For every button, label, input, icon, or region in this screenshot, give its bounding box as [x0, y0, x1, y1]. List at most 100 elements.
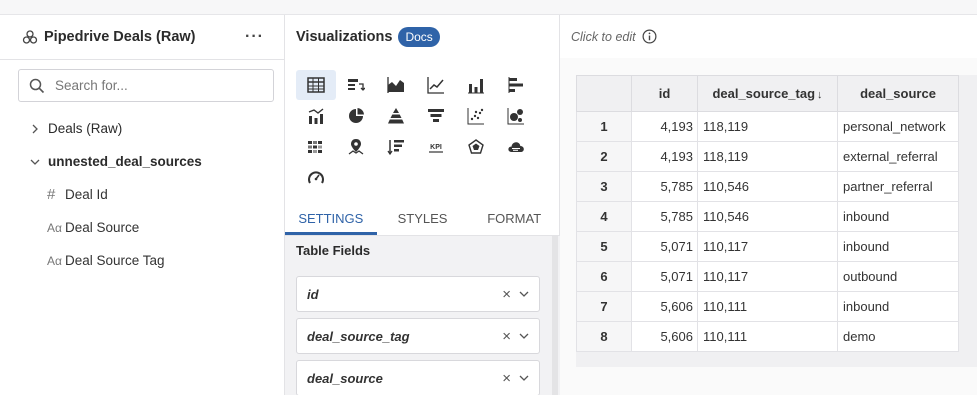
bar-chart-icon[interactable]: [456, 70, 496, 100]
table-icon[interactable]: [296, 70, 336, 100]
chevron-down-icon[interactable]: [519, 373, 529, 383]
cell-deal-source: personal_network: [837, 111, 959, 142]
field-label: Deal Source Tag: [65, 253, 165, 268]
remove-field-icon[interactable]: ×: [502, 328, 511, 345]
horizontal-bar-icon[interactable]: [496, 70, 536, 100]
tab-settings[interactable]: SETTINGS: [285, 203, 377, 235]
row-number: 7: [576, 291, 632, 322]
visualizations-panel: Visualizations Docs KPI SETTINGS STYLES …: [285, 15, 560, 395]
tree-node-deals-raw[interactable]: Deals (Raw): [0, 112, 284, 145]
row-number: 3: [576, 171, 632, 202]
text-type-icon: Aα: [47, 253, 62, 268]
kpi-icon[interactable]: KPI: [416, 132, 456, 162]
field-deal-id[interactable]: # Deal Id: [0, 178, 284, 211]
cell-deal-source: inbound: [837, 291, 959, 322]
field-pill-deal-source-tag[interactable]: deal_source_tag ×: [296, 318, 540, 354]
cell-id: 5,785: [631, 201, 698, 232]
result-panel: Click to edit id deal_source_tag ↓ deal_s…: [560, 15, 977, 395]
cell-deal-source: inbound: [837, 201, 959, 232]
table-fields-heading: Table Fields: [296, 243, 371, 258]
combo-chart-icon[interactable]: [296, 101, 336, 131]
field-pill-deal-source[interactable]: deal_source ×: [296, 360, 540, 395]
row-number: 1: [576, 111, 632, 142]
field-label: Deal Id: [65, 187, 108, 202]
bubble-icon[interactable]: [496, 101, 536, 131]
table-row: 5 5,071 110,117 inbound: [576, 231, 959, 262]
cell-deal-source-tag: 110,117: [697, 231, 838, 262]
pie-chart-icon[interactable]: [336, 101, 376, 131]
heatmap-icon[interactable]: [296, 132, 336, 162]
search-input[interactable]: [55, 78, 255, 93]
settings-scrollbar[interactable]: [552, 236, 558, 395]
remove-field-icon[interactable]: ×: [502, 286, 511, 303]
cell-deal-source: demo: [837, 321, 959, 352]
cell-deal-source-tag: 118,119: [697, 141, 838, 172]
cell-deal-source-tag: 110,111: [697, 291, 838, 322]
chevron-down-icon: [30, 157, 40, 167]
click-to-edit-title[interactable]: Click to edit: [560, 15, 977, 58]
result-table-container: id deal_source_tag ↓ deal_source 1 4,193 11…: [576, 75, 977, 367]
table-row: 3 5,785 110,546 partner_referral: [576, 171, 959, 202]
scatter-icon[interactable]: [456, 101, 496, 131]
cell-deal-source-tag: 110,546: [697, 171, 838, 202]
cell-deal-source-tag: 110,117: [697, 261, 838, 292]
column-header-deal-source[interactable]: deal_source: [837, 75, 959, 112]
kpi-icon-label: KPI: [430, 144, 442, 151]
sorted-bar-icon[interactable]: [376, 132, 416, 162]
cell-deal-source: inbound: [837, 231, 959, 262]
table-row: 4 5,785 110,546 inbound: [576, 201, 959, 232]
cell-deal-source-tag: 118,119: [697, 111, 838, 142]
tab-styles[interactable]: STYLES: [377, 203, 469, 235]
chevron-down-icon[interactable]: [519, 289, 529, 299]
pivot-table-icon[interactable]: [336, 70, 376, 100]
field-deal-source-tag[interactable]: Aα Deal Source Tag: [0, 244, 284, 277]
table-row: 2 4,193 118,119 external_referral: [576, 141, 959, 172]
table-row: 7 5,606 110,111 inbound: [576, 291, 959, 322]
tree-node-label: unnested_deal_sources: [48, 154, 202, 169]
dataset-panel: Pipedrive Deals (Raw) ··· Deals (Raw) un…: [0, 15, 285, 395]
row-number: 4: [576, 201, 632, 232]
table-header-row: id deal_source_tag ↓ deal_source: [576, 75, 959, 112]
field-label: Deal Source: [65, 220, 140, 235]
cell-id: 5,071: [631, 261, 698, 292]
visualizations-header: Visualizations Docs: [285, 15, 559, 58]
cell-id: 5,785: [631, 171, 698, 202]
visualizations-title: Visualizations: [296, 28, 393, 45]
tab-format[interactable]: FORMAT: [468, 203, 560, 235]
funnel-icon[interactable]: [416, 101, 456, 131]
radar-icon[interactable]: [456, 132, 496, 162]
area-chart-icon[interactable]: [376, 70, 416, 100]
result-table: id deal_source_tag ↓ deal_source 1 4,193 11…: [576, 75, 959, 352]
more-options-button[interactable]: ···: [245, 28, 264, 46]
cell-deal-source-tag: 110,546: [697, 201, 838, 232]
field-pill-id[interactable]: id ×: [296, 276, 540, 312]
config-tabs: SETTINGS STYLES FORMAT: [285, 203, 560, 236]
chevron-down-icon[interactable]: [519, 331, 529, 341]
line-chart-icon[interactable]: [416, 70, 456, 100]
row-number: 6: [576, 261, 632, 292]
field-pill-label: deal_source_tag: [307, 328, 410, 344]
column-header-id[interactable]: id: [631, 75, 698, 112]
search-icon: [29, 78, 45, 94]
map-icon[interactable]: [336, 132, 376, 162]
dataset-header: Pipedrive Deals (Raw) ···: [0, 15, 284, 60]
edit-title-label: Click to edit: [571, 29, 636, 44]
dataset-icon: [22, 29, 38, 45]
info-icon[interactable]: [642, 29, 657, 44]
docs-button[interactable]: Docs: [398, 26, 440, 47]
row-number: 5: [576, 231, 632, 262]
sort-descending-icon: ↓: [817, 89, 823, 101]
remove-field-icon[interactable]: ×: [502, 370, 511, 387]
word-cloud-icon[interactable]: [496, 132, 536, 162]
table-row: 1 4,193 118,119 personal_network: [576, 111, 959, 142]
row-number-header: [576, 75, 632, 112]
column-header-deal-source-tag[interactable]: deal_source_tag ↓: [697, 75, 838, 112]
text-type-icon: Aα: [47, 220, 62, 235]
gauge-icon[interactable]: [296, 163, 336, 193]
pyramid-icon[interactable]: [376, 101, 416, 131]
cell-deal-source-tag: 110,111: [697, 321, 838, 352]
cell-id: 4,193: [631, 141, 698, 172]
chevron-right-icon: [30, 124, 40, 134]
tree-node-unnested-deal-sources[interactable]: unnested_deal_sources: [0, 145, 284, 178]
field-deal-source[interactable]: Aα Deal Source: [0, 211, 284, 244]
